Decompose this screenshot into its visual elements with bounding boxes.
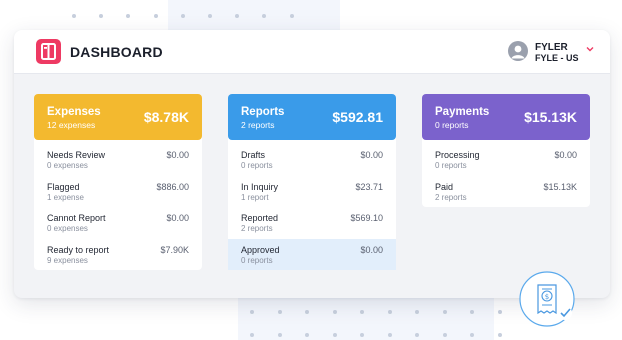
- row-count: 0 reports: [435, 161, 467, 170]
- page-title: DASHBOARD: [70, 44, 163, 60]
- reports-row-in-inquiry[interactable]: In Inquiry 1 report $23.71: [228, 176, 396, 208]
- row-count: 0 expenses: [47, 161, 88, 170]
- decorative-dot: [126, 14, 130, 18]
- expenses-row-cannot-report[interactable]: Cannot Report 0 expenses $0.00: [34, 207, 202, 239]
- decorative-dot: [250, 333, 254, 337]
- decorative-dot: [278, 333, 282, 337]
- decorative-dot: [360, 310, 364, 314]
- decorative-dot: [470, 333, 474, 337]
- decorative-dot: [333, 310, 337, 314]
- row-value: $7.90K: [160, 244, 189, 255]
- payments-count: 0 reports: [435, 120, 469, 130]
- dashboard-window: DASHBOARD FYLER FYLE - US Expenses 12 ex…: [14, 30, 610, 298]
- row-value: $0.00: [554, 150, 577, 160]
- decorative-dot: [498, 310, 502, 314]
- decorative-dot: [470, 310, 474, 314]
- row-count: 9 expenses: [47, 255, 88, 265]
- expenses-card: Expenses 12 expenses $8.78K Needs Review…: [34, 94, 202, 270]
- receipt-icon: $: [519, 271, 575, 327]
- decorative-dot: [262, 14, 266, 18]
- user-name[interactable]: FYLER: [535, 42, 568, 53]
- expenses-row-ready-to-report[interactable]: Ready to report 9 expenses $7.90K: [34, 239, 202, 271]
- decorative-dot: [415, 333, 419, 337]
- decorative-dot: [360, 333, 364, 337]
- decorative-dot: [181, 14, 185, 18]
- user-org[interactable]: FYLE - US: [535, 53, 579, 63]
- expenses-card-header[interactable]: Expenses 12 expenses $8.78K: [34, 94, 202, 140]
- decorative-dot: [333, 333, 337, 337]
- reports-row-reported[interactable]: Reported 2 reports $569.10: [228, 207, 396, 239]
- row-value: $569.10: [350, 213, 383, 223]
- reports-row-drafts[interactable]: Drafts 0 reports $0.00: [228, 144, 396, 176]
- decorative-dot: [305, 310, 309, 314]
- decorative-dot: [498, 333, 502, 337]
- decorative-dot: [208, 14, 212, 18]
- row-value: $0.00: [360, 150, 383, 160]
- row-value: $0.00: [166, 150, 189, 160]
- payments-row-paid[interactable]: Paid 2 reports $15.13K: [422, 176, 590, 208]
- payments-card: Payments 0 reports $15.13K Processing 0 …: [422, 94, 590, 207]
- app-header: DASHBOARD FYLER FYLE - US: [14, 30, 610, 74]
- reports-amount: $592.81: [332, 109, 383, 125]
- row-count: 1 expense: [47, 192, 84, 202]
- reports-row-approved[interactable]: Approved 0 reports $0.00: [228, 238, 396, 270]
- decorative-dot: [290, 14, 294, 18]
- decorative-dot: [278, 310, 282, 314]
- reports-card-header[interactable]: Reports 2 reports $592.81: [228, 94, 396, 140]
- decorative-dot: [72, 14, 76, 18]
- expenses-row-flagged[interactable]: Flagged 1 expense $886.00: [34, 176, 202, 208]
- reports-count: 2 reports: [241, 120, 275, 130]
- svg-text:$: $: [545, 293, 549, 301]
- user-avatar-icon[interactable]: [508, 41, 528, 61]
- decorative-dot: [305, 333, 309, 337]
- background-tint-bottom: [238, 296, 494, 340]
- decorative-dot: [415, 310, 419, 314]
- fyle-logo-icon: [36, 39, 61, 64]
- row-value: $23.71: [355, 181, 383, 192]
- payments-amount: $15.13K: [524, 109, 577, 125]
- expenses-row-needs-review[interactable]: Needs Review 0 expenses $0.00: [34, 144, 202, 176]
- decorative-dot: [443, 333, 447, 337]
- expenses-amount: $8.78K: [143, 109, 189, 125]
- row-count: 0 expenses: [47, 224, 88, 233]
- expenses-title: Expenses: [47, 106, 101, 118]
- decorative-dot: [250, 310, 254, 314]
- row-value: $886.00: [156, 181, 189, 192]
- decorative-dot: [99, 14, 103, 18]
- row-count: 0 reports: [241, 161, 273, 170]
- decorative-dot: [388, 310, 392, 314]
- payments-card-header[interactable]: Payments 0 reports $15.13K: [422, 94, 590, 140]
- decorative-dot: [154, 14, 158, 18]
- expenses-count: 12 expenses: [47, 120, 96, 130]
- row-count: 2 reports: [435, 192, 467, 202]
- row-value: $0.00: [360, 244, 383, 255]
- decorative-dot: [235, 14, 239, 18]
- reports-card: Reports 2 reports $592.81 Drafts 0 repor…: [228, 94, 396, 270]
- chevron-down-icon[interactable]: [585, 45, 595, 53]
- payments-row-processing[interactable]: Processing 0 reports $0.00: [422, 144, 590, 176]
- decorative-dot: [388, 333, 392, 337]
- row-value: $0.00: [166, 213, 189, 223]
- decorative-dot: [443, 310, 447, 314]
- row-count: 0 reports: [241, 255, 273, 265]
- row-count: 1 report: [241, 192, 269, 202]
- row-value: $15.13K: [543, 181, 577, 192]
- payments-title: Payments: [435, 106, 490, 118]
- reports-title: Reports: [241, 106, 285, 118]
- row-count: 2 reports: [241, 224, 273, 233]
